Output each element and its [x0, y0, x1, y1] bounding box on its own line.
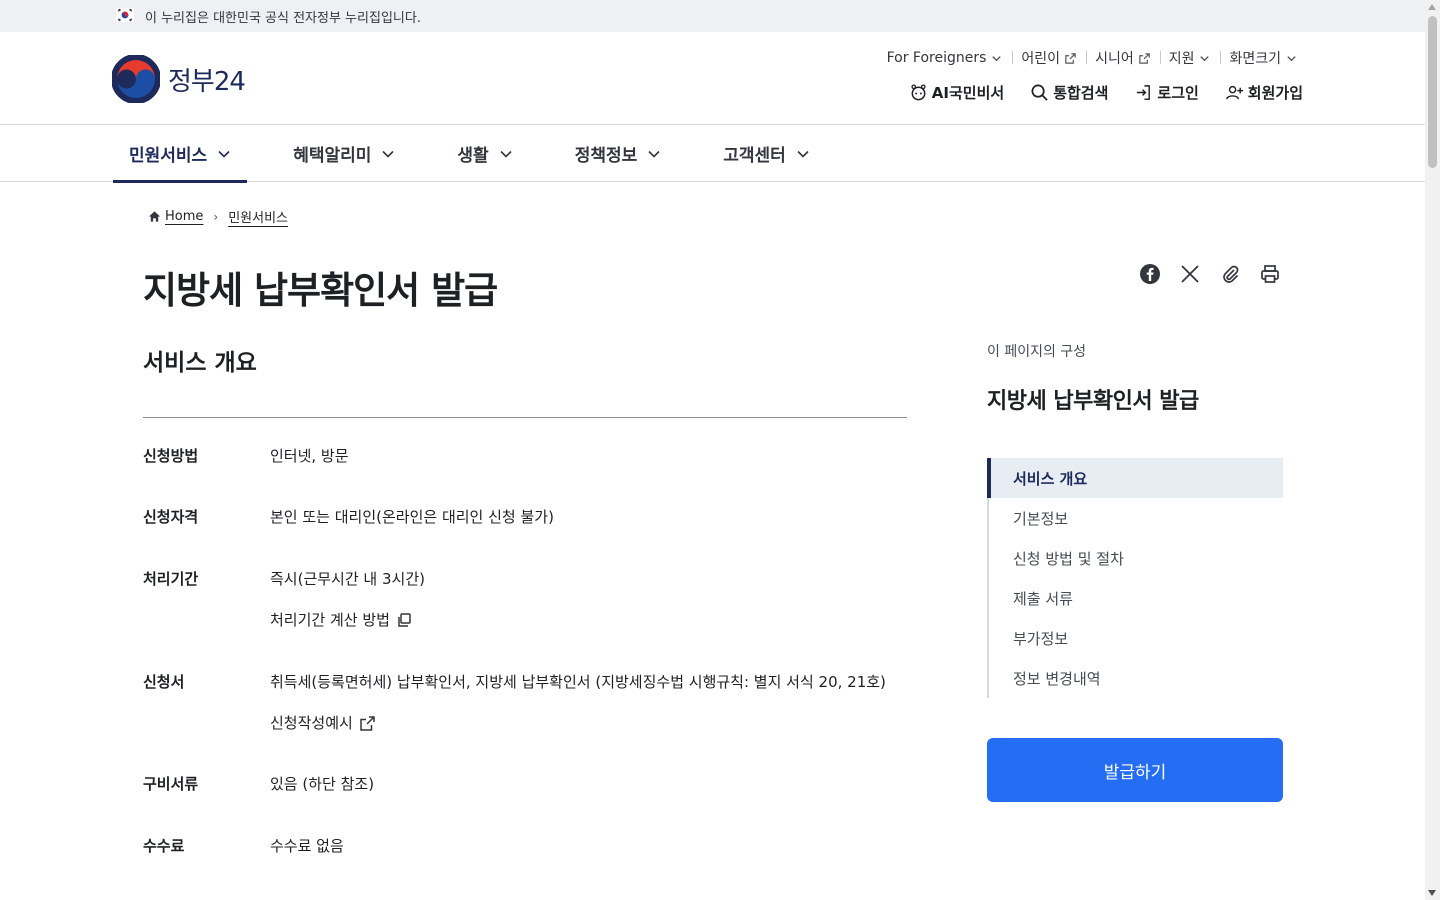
- facebook-icon: [1140, 264, 1160, 284]
- site-logo[interactable]: 정부24: [112, 54, 262, 104]
- login-button[interactable]: 로그인: [1134, 82, 1199, 103]
- attach-link-icon: [1223, 265, 1239, 283]
- info-label: 처리기간: [143, 570, 199, 588]
- info-label: 구비서류: [143, 775, 199, 793]
- copy-link-button[interactable]: [1219, 263, 1241, 285]
- nav-customer-center[interactable]: 고객센터: [707, 125, 826, 182]
- toc-item-additional-info[interactable]: 부가정보: [989, 618, 1283, 658]
- ai-assistant-button[interactable]: AI국민비서: [909, 82, 1004, 103]
- chevron-down-icon: [500, 150, 512, 158]
- info-row-eligibility: 신청자격 본인 또는 대리인(온라인은 대리인 신청 불가): [143, 505, 907, 567]
- section-title: 서비스 개요: [143, 350, 257, 376]
- page-title: 지방세 납부확인서 발급: [143, 269, 498, 312]
- info-row-application-form: 신청서 취득세(등록면허세) 납부확인서, 지방세 납부확인서 (지방세징수법 …: [143, 670, 907, 772]
- site-header: 정부24 For Foreigners 어린이 시니어 지원 화면크기 AI국민…: [0, 32, 1425, 125]
- gov-banner-text: 이 누리집은 대한민국 공식 전자정부 누리집입니다.: [145, 11, 421, 26]
- util-support[interactable]: 지원: [1159, 48, 1221, 68]
- util-screen-size[interactable]: 화면크기: [1220, 48, 1307, 68]
- service-overview-list: 신청방법 인터넷, 방문 신청자격 본인 또는 대리인(온라인은 대리인 신청 …: [143, 444, 907, 875]
- home-icon: [148, 211, 161, 222]
- gov-banner: 이 누리집은 대한민국 공식 전자정부 누리집입니다.: [0, 0, 1425, 32]
- x-share-button[interactable]: [1179, 263, 1201, 285]
- page-toc: 서비스 개요 기본정보 신청 방법 및 절차 제출 서류 부가정보 정보 변경내…: [987, 458, 1283, 698]
- toc-item-procedure[interactable]: 신청 방법 및 절차: [989, 538, 1283, 578]
- info-label: 신청자격: [143, 508, 199, 526]
- logo-text: 정부24: [168, 66, 246, 97]
- print-icon: [1261, 265, 1279, 283]
- nav-benefits[interactable]: 혜택알리미: [277, 125, 411, 182]
- chevron-down-icon: [1287, 55, 1296, 61]
- chevron-down-icon: [797, 150, 809, 158]
- info-label: 수수료: [143, 837, 185, 855]
- info-value: 수수료 없음: [270, 837, 344, 855]
- application-example-link[interactable]: 신청작성예시: [270, 711, 907, 736]
- chevron-down-icon: [218, 150, 230, 158]
- share-tools: [1139, 263, 1281, 285]
- section-divider: [143, 417, 907, 418]
- print-button[interactable]: [1259, 263, 1281, 285]
- toc-item-change-history[interactable]: 정보 변경내역: [989, 658, 1283, 698]
- ai-assistant-icon: [911, 84, 926, 101]
- chevron-down-icon: [1200, 55, 1210, 61]
- nav-policy[interactable]: 정책정보: [559, 125, 678, 182]
- processing-time-calc-link[interactable]: 처리기간 계산 방법: [270, 608, 907, 633]
- scroll-up-arrow-icon[interactable]: [1428, 4, 1436, 10]
- nav-civil-service[interactable]: 민원서비스: [113, 125, 248, 183]
- util-for-foreigners[interactable]: For Foreigners: [878, 50, 1013, 66]
- info-row-required-docs: 구비서류 있음 (하단 참조): [143, 772, 907, 834]
- chevron-down-icon: [648, 150, 660, 158]
- info-value: 있음 (하단 참조): [270, 775, 375, 793]
- toc-caption: 이 페이지의 구성: [987, 344, 1087, 360]
- toc-item-documents[interactable]: 제출 서류: [989, 578, 1283, 618]
- info-row-fee: 수수료 수수료 없음: [143, 834, 907, 875]
- info-value: 인터넷, 방문: [270, 447, 349, 465]
- korea-flag-icon: [116, 8, 134, 22]
- scroll-down-arrow-icon[interactable]: [1428, 890, 1436, 896]
- scroll-thumb[interactable]: [1428, 16, 1437, 168]
- utility-nav: For Foreigners 어린이 시니어 지원 화면크기: [878, 48, 1307, 68]
- copy-window-icon: [398, 613, 411, 627]
- util-kids[interactable]: 어린이: [1012, 48, 1086, 68]
- toc-title: 지방세 납부확인서 발급: [987, 389, 1199, 414]
- toc-item-overview[interactable]: 서비스 개요: [987, 458, 1283, 498]
- signup-button[interactable]: 회원가입: [1225, 82, 1303, 103]
- breadcrumb-home[interactable]: Home: [148, 209, 203, 224]
- search-icon: [1031, 84, 1048, 101]
- info-row-method: 신청방법 인터넷, 방문: [143, 444, 907, 505]
- info-value: 취득세(등록면허세) 납부확인서, 지방세 납부확인서 (지방세징수법 시행규칙…: [270, 673, 886, 691]
- page-scrollbar[interactable]: [1425, 0, 1440, 900]
- info-value: 즉시(근무시간 내 3시간): [270, 570, 425, 588]
- header-actions: AI국민비서 통합검색 로그인 회원가입: [883, 82, 1303, 103]
- x-icon: [1181, 265, 1199, 283]
- chevron-down-icon: [382, 150, 394, 158]
- breadcrumb: Home › 민원서비스: [148, 207, 288, 226]
- info-label: 신청방법: [143, 447, 199, 465]
- external-link-icon: [1138, 52, 1150, 64]
- info-label: 신청서: [143, 673, 185, 691]
- external-link-icon: [360, 716, 375, 731]
- user-add-icon: [1225, 85, 1243, 100]
- facebook-share-button[interactable]: [1139, 263, 1161, 285]
- issue-button[interactable]: 발급하기: [987, 738, 1283, 802]
- util-senior[interactable]: 시니어: [1086, 48, 1160, 68]
- external-link-icon: [1065, 52, 1076, 64]
- main-nav: 민원서비스 혜택알리미 생활 정책정보 고객센터: [0, 125, 1425, 183]
- breadcrumb-separator-icon: ›: [213, 209, 219, 224]
- search-button[interactable]: 통합검색: [1030, 82, 1108, 103]
- login-icon: [1137, 85, 1151, 100]
- info-value: 본인 또는 대리인(온라인은 대리인 신청 불가): [270, 508, 554, 526]
- chevron-down-icon: [992, 55, 1002, 61]
- toc-item-basic-info[interactable]: 기본정보: [989, 498, 1283, 538]
- info-row-processing-time: 처리기간 즉시(근무시간 내 3시간) 처리기간 계산 방법: [143, 567, 907, 670]
- taegeuk-logo-icon: [112, 55, 160, 103]
- nav-life[interactable]: 생활: [441, 125, 528, 182]
- breadcrumb-current[interactable]: 민원서비스: [228, 207, 288, 226]
